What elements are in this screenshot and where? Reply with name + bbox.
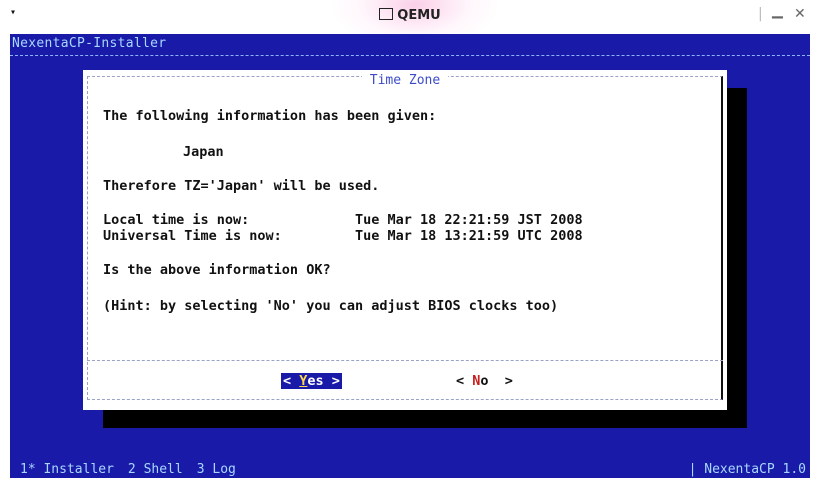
local-time-value: Tue Mar 18 22:21:59 JST 2008	[355, 212, 583, 228]
question-text: Is the above information OK?	[103, 262, 331, 278]
dialog-button-separator	[87, 360, 723, 361]
hint-text: (Hint: by selecting 'No' you can adjust …	[103, 298, 559, 314]
window-title-text: QEMU	[397, 8, 441, 23]
intro-text: The following information has been given…	[103, 108, 437, 124]
time-zone-dialog: Time Zone The following information has …	[83, 70, 727, 410]
dialog-title-text: Time Zone	[361, 73, 449, 88]
no-button[interactable]: < No >	[456, 373, 513, 389]
tab-log[interactable]: 3 Log	[197, 462, 236, 477]
window-titlebar: ▾ QEMU | ▁ ✕	[0, 0, 820, 50]
utc-time-value: Tue Mar 18 13:21:59 UTC 2008	[355, 228, 583, 244]
window-title: QEMU	[0, 8, 820, 23]
no-button-right: o >	[480, 373, 513, 389]
no-button-left: <	[456, 373, 473, 389]
minimize-icon[interactable]: ▁	[772, 3, 783, 19]
qemu-window: ▾ QEMU | ▁ ✕ NexentaCP-Installer Time Zo…	[0, 0, 820, 486]
yes-button-left: <	[283, 373, 300, 389]
yes-button-right: es >	[307, 373, 340, 389]
tz-text: Therefore TZ='Japan' will be used.	[103, 178, 380, 194]
dialog-title: Time Zone	[83, 69, 727, 88]
titlebar-separator: |	[758, 6, 763, 22]
yes-button[interactable]: < Yes >	[281, 373, 342, 389]
header-divider	[10, 55, 810, 56]
window-app-icon	[379, 8, 394, 20]
screen-tabs: 1* Installer 2 Shell 3 Log	[20, 462, 250, 477]
local-time-label: Local time is now:	[103, 212, 250, 228]
installer-header: NexentaCP-Installer	[12, 36, 167, 51]
terminal-screen[interactable]: NexentaCP-Installer Time Zone The follow…	[10, 34, 810, 478]
close-icon[interactable]: ✕	[794, 6, 806, 22]
country-text: Japan	[183, 144, 224, 160]
screen-statusbar: 1* Installer 2 Shell 3 Log | NexentaCP 1.0	[10, 458, 810, 478]
tab-shell[interactable]: 2 Shell	[128, 462, 183, 477]
utc-time-label: Universal Time is now:	[103, 228, 282, 244]
brand-label: | NexentaCP 1.0	[688, 462, 806, 477]
tab-installer[interactable]: 1* Installer	[20, 462, 114, 477]
